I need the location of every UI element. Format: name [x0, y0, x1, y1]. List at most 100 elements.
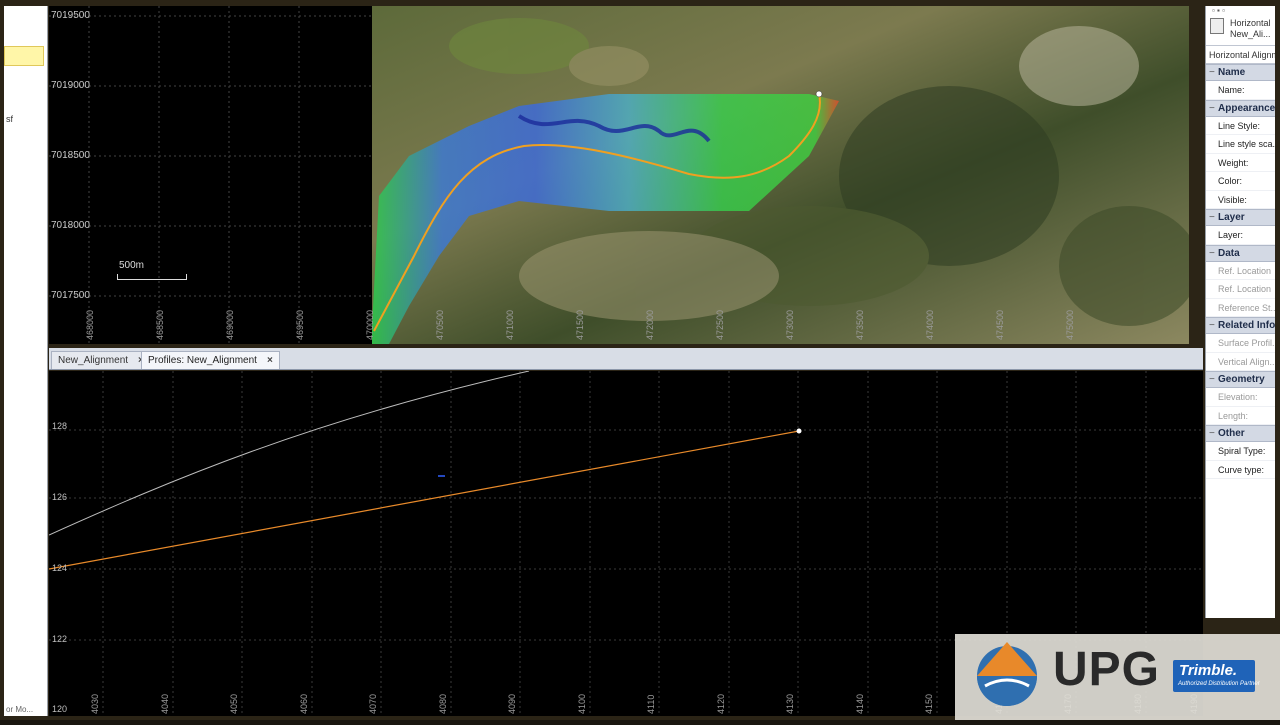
- scale-bar-label: 500m: [119, 260, 145, 271]
- document-icon: [1210, 18, 1224, 34]
- section-name[interactable]: − Name: [1206, 64, 1275, 81]
- profile-y-tick: 122: [52, 634, 68, 644]
- collapse-icon[interactable]: −: [1209, 248, 1218, 259]
- collapse-icon[interactable]: −: [1209, 212, 1218, 223]
- plan-view[interactable]: 7019500 7019000 7018500 7018000 7017500 …: [49, 6, 1189, 344]
- profile-x-tick: 4050: [229, 693, 239, 714]
- plan-x-tick: 469500: [295, 309, 305, 340]
- section-layer[interactable]: − Layer: [1206, 209, 1275, 226]
- view-tabs: New_Alignment× Profiles: New_Alignment ×: [49, 348, 1203, 370]
- property-line-style-scale[interactable]: Line style sca...: [1206, 135, 1275, 154]
- property-length: Length:: [1206, 406, 1275, 425]
- profile-x-tick: 4120: [716, 693, 726, 714]
- upg-logo-text: UPG: [1053, 643, 1161, 696]
- project-explorer-panel: sf or Mo...: [4, 6, 48, 716]
- plan-x-tick: 471500: [575, 309, 585, 340]
- plan-y-tick: 7019500: [51, 10, 90, 21]
- property-ref-location: Ref. Location: [1206, 261, 1275, 280]
- collapse-icon[interactable]: −: [1209, 320, 1218, 331]
- property-layer[interactable]: Layer:: [1206, 226, 1275, 245]
- plan-x-tick: 468500: [155, 309, 165, 340]
- explorer-bottom-text: or Mo...: [6, 705, 34, 714]
- property-vertical-alignment: Vertical Align...: [1206, 352, 1275, 371]
- tab-label: Profiles: New_Alignment: [148, 355, 257, 366]
- plan-x-tick: 474500: [995, 309, 1005, 340]
- properties-toolbar[interactable]: ▫ ▪ ▫: [1212, 6, 1225, 15]
- profile-x-tick: 4140: [855, 693, 865, 714]
- profile-x-tick: 4030: [90, 693, 100, 714]
- profile-x-tick: 4090: [507, 693, 517, 714]
- plan-y-tick: 7017500: [51, 290, 90, 301]
- property-surface-profile: Surface Profil...: [1206, 334, 1275, 353]
- properties-object-type[interactable]: Horizontal Alignm...: [1206, 46, 1275, 64]
- plan-x-tick: 472000: [645, 309, 655, 340]
- properties-title-line1: Horizontal: [1230, 18, 1271, 28]
- tab-profiles-new-alignment[interactable]: Profiles: New_Alignment ×: [141, 351, 280, 369]
- plan-x-tick: 473000: [785, 309, 795, 340]
- section-title: Related Info: [1218, 320, 1275, 331]
- app-window: sf or Mo... 7019500 7019000 7018500 7018…: [0, 0, 1280, 720]
- section-title: Other: [1218, 428, 1245, 439]
- collapse-icon[interactable]: −: [1209, 67, 1218, 78]
- property-visible[interactable]: Visible:: [1206, 190, 1275, 209]
- section-appearance[interactable]: − Appearance: [1206, 99, 1275, 117]
- section-related-info[interactable]: − Related Info: [1206, 317, 1275, 334]
- plan-x-tick: 474000: [925, 309, 935, 340]
- profile-end-node[interactable]: [796, 428, 802, 434]
- property-curve-type[interactable]: Curve type:: [1206, 460, 1275, 479]
- plan-x-tick: 475000: [1065, 309, 1075, 340]
- trimble-badge: Trimble. Authorized Distribution Partner: [1173, 660, 1260, 692]
- plan-grid: [49, 6, 372, 344]
- upg-trimble-watermark: UPG Trimble. Authorized Distribution Par…: [955, 634, 1280, 720]
- plan-x-tick: 469000: [225, 309, 235, 340]
- property-spiral-type[interactable]: Spiral Type:: [1206, 442, 1275, 461]
- existing-ground-profile: [49, 371, 530, 536]
- plan-x-tick: 473500: [855, 309, 865, 340]
- section-geometry[interactable]: − Geometry: [1206, 371, 1275, 388]
- selected-explorer-item[interactable]: [4, 46, 44, 66]
- property-name[interactable]: Name:: [1206, 81, 1275, 100]
- profile-x-tick: 4070: [368, 693, 378, 714]
- design-profile-line[interactable]: [49, 430, 800, 570]
- profile-y-tick: 124: [52, 563, 68, 573]
- plan-y-tick: 7019000: [51, 80, 90, 91]
- plan-x-tick: 472500: [715, 309, 725, 340]
- collapse-icon[interactable]: −: [1209, 374, 1218, 385]
- upg-logo-icon: [977, 642, 1037, 706]
- property-color[interactable]: Color:: [1206, 172, 1275, 191]
- profile-x-tick: 4150: [924, 693, 934, 714]
- collapse-icon[interactable]: −: [1209, 428, 1218, 439]
- plan-y-tick: 7018500: [51, 150, 90, 161]
- section-title: Layer: [1218, 212, 1245, 223]
- section-other[interactable]: − Other: [1206, 425, 1275, 442]
- section-title: Name: [1218, 67, 1246, 78]
- plan-view-canvas[interactable]: [49, 6, 1189, 344]
- trimble-partner-text: Authorized Distribution Partner: [1178, 681, 1260, 687]
- close-icon[interactable]: ×: [267, 355, 273, 366]
- scale-bar-line: [117, 274, 187, 280]
- tab-label: New_Alignment: [58, 355, 129, 366]
- profile-x-tick: 4040: [160, 693, 170, 714]
- section-title: Data: [1218, 247, 1240, 259]
- property-reference-station: Reference St...: [1206, 298, 1275, 317]
- section-title: Geometry: [1218, 374, 1265, 385]
- plan-y-tick: 7018000: [51, 220, 90, 231]
- property-weight[interactable]: Weight:: [1206, 153, 1275, 172]
- profile-y-tick: 120: [52, 704, 68, 714]
- section-data[interactable]: − Data: [1206, 244, 1275, 262]
- plan-x-tick: 468000: [85, 309, 95, 340]
- explorer-item-label: sf: [6, 114, 14, 124]
- profile-x-tick: 4080: [438, 693, 448, 714]
- trimble-logo-text: Trimble.: [1179, 662, 1238, 679]
- collapse-icon[interactable]: −: [1209, 103, 1218, 114]
- scale-bar: 500m: [117, 260, 187, 280]
- property-elevation: Elevation:: [1206, 388, 1275, 407]
- plan-x-tick: 470500: [435, 309, 445, 340]
- properties-title-line2: New_Ali...: [1230, 29, 1271, 39]
- profile-x-tick: 4130: [785, 693, 795, 714]
- tab-new-alignment[interactable]: New_Alignment×: [51, 351, 151, 369]
- property-line-style[interactable]: Line Style:: [1206, 116, 1275, 135]
- profile-x-tick: 4100: [577, 693, 587, 714]
- alignment-end-node[interactable]: [815, 90, 823, 98]
- section-title: Appearance: [1218, 102, 1275, 114]
